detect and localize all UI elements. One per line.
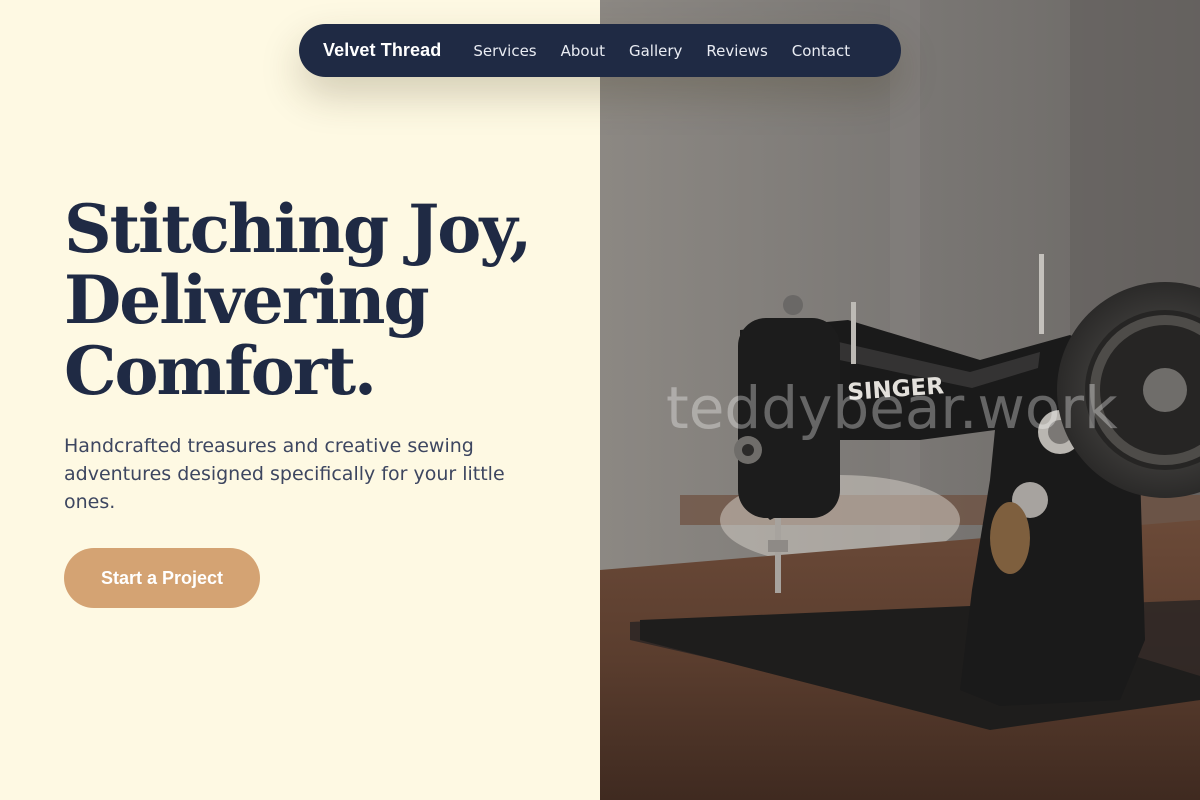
hero-title-line-1: Stitching Joy,	[64, 190, 532, 268]
page: Stitching Joy, Delivering Comfort. Handc…	[0, 0, 1200, 800]
brand-logo-text[interactable]: Velvet Thread	[323, 40, 441, 61]
hero-title-line-2: Delivering	[64, 261, 430, 339]
main-navigation: Velvet Thread Services About Gallery Rev…	[299, 24, 901, 77]
nav-link-services[interactable]: Services	[473, 42, 536, 60]
hero-title-line-3: Comfort.	[64, 332, 377, 410]
start-project-button[interactable]: Start a Project	[64, 548, 260, 608]
hero-title: Stitching Joy, Delivering Comfort.	[64, 194, 584, 407]
sewing-machine-illustration: SINGER	[600, 0, 1200, 800]
hero-subtitle: Handcrafted treasures and creative sewin…	[64, 435, 505, 513]
nav-link-contact[interactable]: Contact	[792, 42, 850, 60]
nav-link-about[interactable]: About	[561, 42, 605, 60]
nav-link-reviews[interactable]: Reviews	[706, 42, 767, 60]
sewing-machine-photo: SINGER	[600, 0, 1200, 800]
hero-text-panel: Stitching Joy, Delivering Comfort. Handc…	[0, 0, 600, 800]
nav-link-gallery[interactable]: Gallery	[629, 42, 682, 60]
